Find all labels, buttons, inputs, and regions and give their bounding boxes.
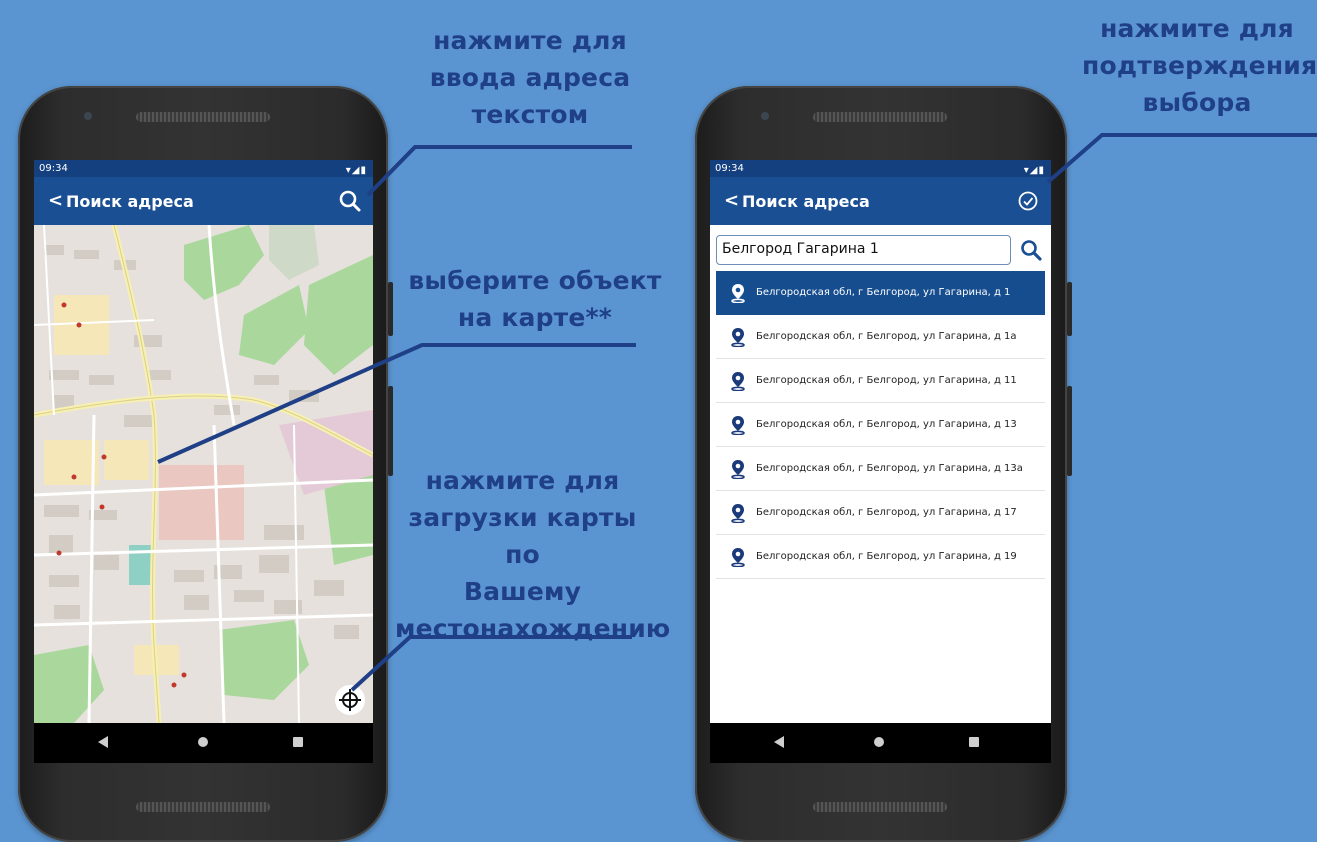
recents-square-icon[interactable] [291, 735, 305, 749]
page-title: Поиск адреса [742, 192, 870, 211]
status-bar: 09:34 ▾◢▮ [34, 160, 373, 177]
back-triangle-icon[interactable] [96, 735, 110, 749]
right-screen: 09:34 ▾◢▮ < Поиск адреса Белгород Гагари… [710, 160, 1051, 763]
search-row: Белгород Гагарина 1 [716, 235, 1045, 265]
home-circle-icon[interactable] [872, 735, 886, 749]
search-icon[interactable] [1019, 238, 1043, 262]
volume-button [388, 386, 393, 476]
callout-search-text: нажмите для ввода адреса текстом [429, 26, 631, 129]
locate-button[interactable] [335, 685, 365, 715]
result-item[interactable]: Белгородская обл, г Белгород, ул Гагарин… [716, 403, 1045, 447]
result-item[interactable]: Белгородская обл, г Белгород, ул Гагарин… [716, 315, 1045, 359]
result-label: Белгородская обл, г Белгород, ул Гагарин… [756, 507, 1017, 518]
callout-map-select: выберите объект на карте** [408, 266, 662, 332]
location-pin-icon [731, 372, 745, 391]
result-item[interactable]: Белгородская обл, г Белгород, ул Гагарин… [716, 271, 1045, 315]
crosshair-icon [339, 689, 361, 711]
location-pin-icon [731, 504, 745, 523]
volume-button [1067, 386, 1072, 476]
app-bar: < Поиск адреса [710, 177, 1051, 225]
status-time: 09:34 [715, 163, 744, 174]
app-bar: < Поиск адреса [34, 177, 373, 225]
bottom-speaker [813, 802, 947, 812]
right-phone: 09:34 ▾◢▮ < Поиск адреса Белгород Гагари… [695, 86, 1072, 842]
page-title: Поиск адреса [66, 192, 194, 211]
status-bar: 09:34 ▾◢▮ [710, 160, 1051, 177]
left-screen: 09:34 ▾◢▮ < Поиск адреса [34, 160, 373, 763]
results-list: Белгородская обл, г Белгород, ул Гагарин… [716, 271, 1045, 579]
result-label: Белгородская обл, г Белгород, ул Гагарин… [756, 375, 1017, 386]
map-view[interactable] [34, 225, 373, 723]
recents-square-icon[interactable] [967, 735, 981, 749]
search-icon[interactable] [337, 188, 363, 214]
search-input[interactable]: Белгород Гагарина 1 [716, 235, 1011, 265]
result-item[interactable]: Белгородская обл, г Белгород, ул Гагарин… [716, 447, 1045, 491]
location-pin-icon [731, 548, 745, 567]
leader-confirm [1046, 133, 1317, 184]
check-circle-icon[interactable] [1015, 188, 1041, 214]
location-pin-icon [731, 416, 745, 435]
result-label: Белгородская обл, г Белгород, ул Гагарин… [756, 419, 1017, 430]
power-button [388, 282, 393, 336]
result-item[interactable]: Белгородская обл, г Белгород, ул Гагарин… [716, 359, 1045, 403]
result-label: Белгородская обл, г Белгород, ул Гагарин… [756, 331, 1017, 342]
result-item[interactable]: Белгородская обл, г Белгород, ул Гагарин… [716, 535, 1045, 579]
location-pin-icon [731, 460, 745, 479]
leader-search [366, 145, 632, 197]
bottom-speaker [136, 802, 270, 812]
system-nav-bar [710, 723, 1051, 763]
home-circle-icon[interactable] [196, 735, 210, 749]
callout-location: нажмите для загрузки карты по Вашему мес… [395, 466, 671, 643]
result-label: Белгородская обл, г Белгород, ул Гагарин… [756, 463, 1023, 474]
system-nav-bar [34, 723, 373, 763]
location-pin-icon [731, 284, 745, 303]
result-label: Белгородская обл, г Белгород, ул Гагарин… [756, 287, 1011, 298]
top-speaker [136, 112, 270, 122]
front-camera [84, 112, 92, 120]
back-triangle-icon[interactable] [772, 735, 786, 749]
front-camera [761, 112, 769, 120]
power-button [1067, 282, 1072, 336]
location-pin-icon [731, 328, 745, 347]
result-item[interactable]: Белгородская обл, г Белгород, ул Гагарин… [716, 491, 1045, 535]
top-speaker [813, 112, 947, 122]
map-canvas[interactable] [34, 225, 373, 723]
result-label: Белгородская обл, г Белгород, ул Гагарин… [756, 551, 1017, 562]
chevron-left-icon[interactable]: < [724, 190, 739, 211]
callout-confirm: нажмите для подтверждения выбора [1082, 14, 1317, 117]
left-phone: 09:34 ▾◢▮ < Поиск адреса [18, 86, 393, 842]
status-time: 09:34 [39, 163, 68, 174]
chevron-left-icon[interactable]: < [48, 190, 63, 211]
